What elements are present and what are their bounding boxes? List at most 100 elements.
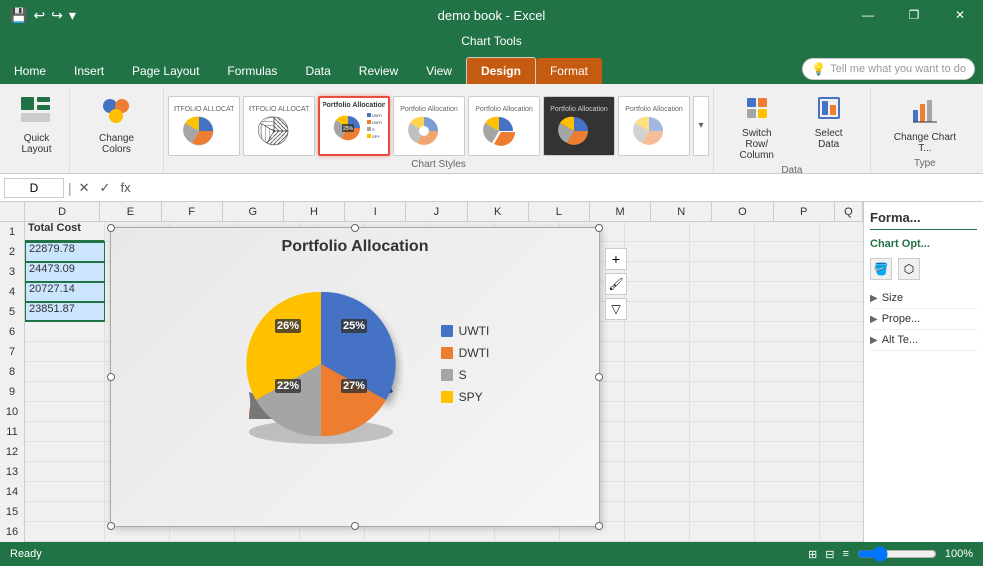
cell-M14[interactable] <box>625 482 690 502</box>
chart-container[interactable]: Portfolio Allocation <box>110 227 600 527</box>
cell-O16[interactable] <box>755 522 820 542</box>
zoom-slider[interactable] <box>857 546 937 562</box>
undo-icon[interactable]: ↩ <box>33 7 45 24</box>
cell-N13[interactable] <box>690 462 755 482</box>
cell-P2[interactable] <box>820 242 863 262</box>
format-section-alt-text[interactable]: ▶ Alt Te... <box>870 330 977 351</box>
chart-filters-button[interactable]: ▽ <box>605 298 627 320</box>
cell-D6[interactable] <box>25 322 105 342</box>
cell-M15[interactable] <box>625 502 690 522</box>
cell-P6[interactable] <box>820 322 863 342</box>
chart-style-1[interactable]: PORTFOLIO ALLOCATION <box>168 96 240 156</box>
cell-N7[interactable] <box>690 342 755 362</box>
tab-view[interactable]: View <box>412 58 466 84</box>
cell-D4[interactable]: 20727.14 <box>25 282 105 302</box>
cell-P4[interactable] <box>820 282 863 302</box>
tab-data[interactable]: Data <box>291 58 344 84</box>
formula-input[interactable] <box>138 181 979 195</box>
chart-style-4[interactable]: Portfolio Allocation <box>393 96 465 156</box>
chart-style-6[interactable]: Portfolio Allocation <box>543 96 615 156</box>
page-break-view-icon[interactable]: ≡ <box>842 548 848 560</box>
handle-br[interactable] <box>595 522 603 530</box>
cell-P1[interactable] <box>820 222 863 242</box>
cell-D15[interactable] <box>25 502 105 522</box>
cell-P7[interactable] <box>820 342 863 362</box>
col-header-L[interactable]: L <box>529 202 590 221</box>
cell-M10[interactable] <box>625 402 690 422</box>
save-icon[interactable]: 💾 <box>10 7 27 24</box>
cell-N9[interactable] <box>690 382 755 402</box>
col-header-K[interactable]: K <box>468 202 529 221</box>
col-header-P[interactable]: P <box>774 202 835 221</box>
cell-D8[interactable] <box>25 362 105 382</box>
tab-insert[interactable]: Insert <box>60 58 118 84</box>
name-box[interactable] <box>4 178 64 198</box>
handle-tm[interactable] <box>351 224 359 232</box>
cell-N4[interactable] <box>690 282 755 302</box>
cell-D3[interactable]: 24473.09 <box>25 262 105 282</box>
cell-O8[interactable] <box>755 362 820 382</box>
cell-M2[interactable] <box>625 242 690 262</box>
tab-format[interactable]: Format <box>536 58 602 84</box>
cell-O13[interactable] <box>755 462 820 482</box>
cell-N10[interactable] <box>690 402 755 422</box>
col-header-O[interactable]: O <box>712 202 773 221</box>
cell-O11[interactable] <box>755 422 820 442</box>
chart-style-5[interactable]: Portfolio Allocation <box>468 96 540 156</box>
handle-tr[interactable] <box>595 224 603 232</box>
col-header-H[interactable]: H <box>284 202 345 221</box>
cell-D13[interactable] <box>25 462 105 482</box>
cell-N8[interactable] <box>690 362 755 382</box>
cell-M9[interactable] <box>625 382 690 402</box>
cell-M13[interactable] <box>625 462 690 482</box>
add-chart-element-button[interactable]: + <box>605 248 627 270</box>
tab-home[interactable]: Home <box>0 58 60 84</box>
cell-M11[interactable] <box>625 422 690 442</box>
cell-M1[interactable] <box>625 222 690 242</box>
col-header-F[interactable]: F <box>162 202 223 221</box>
handle-ml[interactable] <box>107 373 115 381</box>
cell-D11[interactable] <box>25 422 105 442</box>
cell-D5[interactable]: 23851.87 <box>25 302 105 322</box>
cell-D14[interactable] <box>25 482 105 502</box>
cancel-button[interactable]: ✕ <box>76 180 93 196</box>
quick-layout-button[interactable]: QuickLayout <box>11 92 61 159</box>
cell-D10[interactable] <box>25 402 105 422</box>
cell-D1[interactable]: Total Cost <box>25 222 105 242</box>
tab-formulas[interactable]: Formulas <box>213 58 291 84</box>
col-header-D[interactable]: D <box>25 202 100 221</box>
format-fill-icon[interactable]: 🪣 <box>870 258 892 280</box>
cell-N1[interactable] <box>690 222 755 242</box>
cell-P8[interactable] <box>820 362 863 382</box>
confirm-button[interactable]: ✓ <box>97 180 114 196</box>
cell-M7[interactable] <box>625 342 690 362</box>
cell-O10[interactable] <box>755 402 820 422</box>
cell-P11[interactable] <box>820 422 863 442</box>
cell-N12[interactable] <box>690 442 755 462</box>
cell-D7[interactable] <box>25 342 105 362</box>
cell-O4[interactable] <box>755 282 820 302</box>
minimize-button[interactable]: — <box>845 0 891 30</box>
cell-O6[interactable] <box>755 322 820 342</box>
cell-D2[interactable]: 22879.78 <box>25 242 105 262</box>
format-section-properties[interactable]: ▶ Prope... <box>870 309 977 330</box>
cell-P14[interactable] <box>820 482 863 502</box>
cell-P5[interactable] <box>820 302 863 322</box>
customize-icon[interactable]: ▾ <box>69 7 76 24</box>
cell-P12[interactable] <box>820 442 863 462</box>
cell-M8[interactable] <box>625 362 690 382</box>
cell-N2[interactable] <box>690 242 755 262</box>
cell-M3[interactable] <box>625 262 690 282</box>
cell-O7[interactable] <box>755 342 820 362</box>
switch-row-col-button[interactable]: Switch Row/ Column <box>722 92 791 165</box>
col-header-I[interactable]: I <box>345 202 406 221</box>
cell-N3[interactable] <box>690 262 755 282</box>
cell-O5[interactable] <box>755 302 820 322</box>
page-layout-view-icon[interactable]: ⊟ <box>825 548 834 561</box>
cell-P3[interactable] <box>820 262 863 282</box>
cell-O3[interactable] <box>755 262 820 282</box>
col-header-M[interactable]: M <box>590 202 651 221</box>
function-button[interactable]: fx <box>117 180 133 196</box>
cell-M4[interactable] <box>625 282 690 302</box>
cell-P9[interactable] <box>820 382 863 402</box>
